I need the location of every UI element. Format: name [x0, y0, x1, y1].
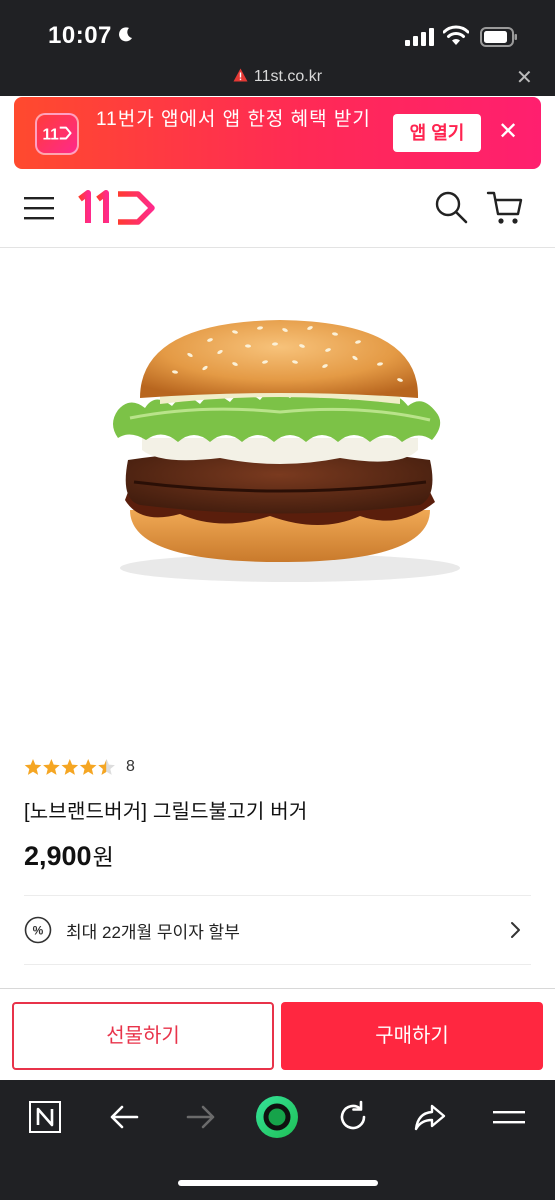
chevron-right-icon [511, 922, 520, 938]
product-image[interactable] [100, 300, 460, 600]
url-text: 11st.co.kr [253, 68, 323, 85]
close-icon[interactable]: ✕ [516, 66, 533, 90]
battery-icon [480, 27, 517, 47]
brand-logo[interactable] [76, 189, 158, 227]
status-bar: 10:07 [0, 0, 555, 62]
product-title: [노브랜드버거] 그릴드불고기 버거 [24, 801, 308, 823]
star-rating [24, 759, 115, 775]
cart-icon[interactable] [486, 190, 524, 226]
status-time: 10:07 [48, 22, 112, 49]
price-value: 2,900 [24, 841, 92, 871]
app-promo-banner[interactable]: 11 11번가 앱에서 앱 한정 혜택 받기 앱 열기 ✕ [14, 97, 541, 169]
rating-count: 8 [126, 758, 135, 775]
wifi-icon [443, 25, 469, 45]
warning-icon [233, 68, 248, 82]
banner-text: 11번가 앱에서 앱 한정 혜택 받기 [96, 109, 371, 130]
app-logo-icon: 11 [35, 113, 79, 155]
installment-text: 최대 22개월 무이자 할부 [66, 923, 240, 942]
svg-text:%: % [33, 924, 44, 938]
refresh-icon[interactable] [336, 1100, 370, 1134]
purchase-bar: 선물하기 구매하기 [0, 988, 555, 1080]
home-indicator[interactable] [178, 1180, 378, 1186]
open-app-button[interactable]: 앱 열기 [393, 114, 481, 152]
hamburger-icon[interactable] [492, 1100, 526, 1134]
naver-n-icon[interactable] [28, 1100, 62, 1134]
percent-icon: % [24, 916, 52, 944]
url-display[interactable]: 11st.co.kr [0, 68, 555, 86]
forward-arrow-icon[interactable] [184, 1100, 218, 1134]
buy-button[interactable]: 구매하기 [281, 1002, 543, 1070]
moon-icon [119, 27, 132, 42]
search-icon[interactable] [434, 190, 468, 224]
gift-button[interactable]: 선물하기 [12, 1002, 274, 1070]
signal-icon [405, 28, 434, 46]
url-bar[interactable]: 11st.co.kr ✕ [0, 62, 555, 96]
product-price: 2,900원 [24, 838, 114, 872]
divider [24, 964, 531, 965]
banner-close-icon[interactable]: ✕ [498, 118, 518, 146]
site-header [0, 170, 555, 248]
browser-toolbar [0, 1080, 555, 1200]
green-dot-icon[interactable] [255, 1095, 299, 1139]
price-unit: 원 [92, 844, 114, 870]
installment-row[interactable]: % 최대 22개월 무이자 할부 [24, 896, 531, 964]
svg-text:11: 11 [43, 126, 60, 143]
back-arrow-icon[interactable] [107, 1100, 141, 1134]
menu-icon[interactable] [24, 196, 54, 220]
rating[interactable]: 8 [24, 756, 135, 778]
share-icon[interactable] [413, 1100, 447, 1134]
